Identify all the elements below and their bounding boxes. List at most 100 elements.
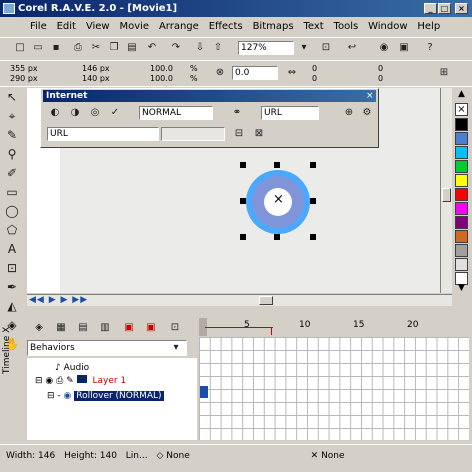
menu-edit[interactable]: Edit xyxy=(57,18,76,36)
wireframe-icon[interactable]: ⊡ xyxy=(318,40,334,56)
color-swatch[interactable] xyxy=(455,118,468,131)
y-position-field[interactable]: 290 px xyxy=(10,74,70,84)
eyedropper-tool-icon[interactable]: ✒ xyxy=(3,278,21,297)
frame-grid[interactable] xyxy=(199,337,469,440)
maximize-button[interactable]: □ xyxy=(438,3,451,14)
new-icon[interactable]: □ xyxy=(12,40,28,56)
ellipse-tool-icon[interactable]: ◯ xyxy=(3,202,21,221)
menu-arrange[interactable]: Arrange xyxy=(159,18,199,36)
shape-tool-icon[interactable]: ⌖ xyxy=(3,107,21,126)
interactive-tool-icon[interactable]: ⊡ xyxy=(3,259,21,278)
selection-handle[interactable] xyxy=(240,162,246,168)
list-item[interactable]: ⊟ - ◉ Rollover (NORMAL) xyxy=(27,389,195,403)
page-navigation-icon[interactable]: ◀◀ ▶ ▶ ▶▶ xyxy=(29,295,88,305)
mirror-horizontal-icon[interactable]: ⇔ xyxy=(284,65,300,81)
swap-icon[interactable]: ▥ xyxy=(97,320,113,336)
color-swatch[interactable] xyxy=(455,160,468,173)
print-icon[interactable]: ⎙ xyxy=(70,40,86,56)
copy-icon[interactable]: ❐ xyxy=(106,40,122,56)
lock-ratio-icon[interactable]: ⊗ xyxy=(212,65,228,81)
docker-tab[interactable]: Timeline X xyxy=(2,310,14,390)
rotation-angle-field[interactable]: 0.0 xyxy=(232,66,278,80)
scroll-thumb[interactable] xyxy=(259,296,273,305)
bookmark-icon[interactable]: ⊟ xyxy=(231,126,247,142)
options-icon[interactable]: ⚙ xyxy=(359,105,375,121)
clear-icon[interactable]: ▣ xyxy=(143,320,159,336)
menu-text[interactable]: Text xyxy=(303,18,323,36)
preview-icon[interactable]: ◉ xyxy=(376,40,392,56)
hotspot-icon[interactable]: ⊕ xyxy=(341,105,357,121)
menu-bitmaps[interactable]: Bitmaps xyxy=(253,18,294,36)
minimize-button[interactable]: _ xyxy=(424,3,437,14)
options-icon[interactable]: ▣ xyxy=(396,40,412,56)
menu-effects[interactable]: Effects xyxy=(209,18,243,36)
menu-view[interactable]: View xyxy=(86,18,110,36)
polygon-tool-icon[interactable]: ⬠ xyxy=(3,221,21,240)
color-swatch[interactable] xyxy=(455,188,468,201)
color-swatch[interactable] xyxy=(455,174,468,187)
text-tool-icon[interactable]: A xyxy=(3,240,21,259)
selection-handle[interactable] xyxy=(310,198,316,204)
scale-y-field[interactable]: 100.0 xyxy=(150,74,190,84)
behaviors-dropdown[interactable]: Behaviors xyxy=(27,340,187,356)
selection-handle[interactable] xyxy=(240,198,246,204)
color-swatch[interactable] xyxy=(455,202,468,215)
color-swatch[interactable] xyxy=(455,146,468,159)
state-select[interactable]: NORMAL xyxy=(139,106,213,120)
color-swatch[interactable] xyxy=(455,216,468,229)
undo-icon[interactable]: ↶ xyxy=(144,40,160,56)
rollover-icon[interactable]: ◑ xyxy=(67,105,83,121)
color-swatch[interactable] xyxy=(455,230,468,243)
palette-scroll-down-icon[interactable]: ▼ xyxy=(455,282,468,294)
save-icon[interactable]: ▪ xyxy=(48,40,64,56)
freehand-tool-icon[interactable]: ✐ xyxy=(3,164,21,183)
help-icon[interactable]: ? xyxy=(422,40,438,56)
menu-tools[interactable]: Tools xyxy=(334,18,359,36)
color-swatch[interactable] xyxy=(455,244,468,257)
wrap-icon[interactable]: ⊞ xyxy=(436,65,452,81)
new-folder-icon[interactable]: ▦ xyxy=(53,320,69,336)
no-color-swatch[interactable]: × xyxy=(455,103,468,116)
new-layer-icon[interactable]: ◈ xyxy=(31,320,47,336)
selection-handle[interactable] xyxy=(310,234,316,240)
zoom-select[interactable]: 127% xyxy=(238,41,294,55)
selection-handle[interactable] xyxy=(310,162,316,168)
crop-tool-icon[interactable]: ✎ xyxy=(3,126,21,145)
delete-icon[interactable]: ▣ xyxy=(121,320,137,336)
selection-handle[interactable] xyxy=(274,162,280,168)
url-field[interactable]: URL xyxy=(47,127,159,141)
edit-rollover-icon[interactable]: ◎ xyxy=(87,105,103,121)
horizontal-scrollbar[interactable]: ◀◀ ▶ ▶ ▶▶ xyxy=(27,294,452,306)
zoom-dropdown-icon[interactable]: ▾ xyxy=(296,40,312,56)
menu-window[interactable]: Window xyxy=(368,18,407,36)
list-item[interactable]: ⊟ ◉ ⎙ ✎ Layer 1 xyxy=(27,375,195,387)
zoom-tool-icon[interactable]: ⚲ xyxy=(3,145,21,164)
pick-tool-icon[interactable]: ↖ xyxy=(3,88,21,107)
menu-help[interactable]: Help xyxy=(417,18,440,36)
height-field[interactable]: 140 px xyxy=(82,74,142,84)
scroll-thumb[interactable] xyxy=(442,188,451,202)
rectangle-tool-icon[interactable]: ▭ xyxy=(3,183,21,202)
menu-file[interactable]: File xyxy=(30,18,47,36)
move-icon[interactable]: ▤ xyxy=(75,320,91,336)
menu-movie[interactable]: Movie xyxy=(119,18,149,36)
internet-toolbar-close-icon[interactable]: × xyxy=(366,91,374,101)
rollover-object[interactable]: × xyxy=(246,170,310,234)
width-field[interactable]: 146 px xyxy=(82,64,142,74)
scale-x-field[interactable]: 100.0 xyxy=(150,64,190,74)
list-item[interactable]: ♪ Audio xyxy=(27,362,195,374)
import-icon[interactable]: ⇩ xyxy=(192,40,208,56)
selection-handle[interactable] xyxy=(240,234,246,240)
export-icon[interactable]: ⇧ xyxy=(210,40,226,56)
close-button[interactable]: × xyxy=(455,3,468,14)
redo-icon[interactable]: ↷ xyxy=(168,40,184,56)
palette-scroll-up-icon[interactable]: ▲ xyxy=(455,88,468,100)
open-icon[interactable]: ▭ xyxy=(30,40,46,56)
finish-edit-icon[interactable]: ✓ xyxy=(107,105,123,121)
toggle-icon[interactable]: ↩ xyxy=(344,40,360,56)
paste-icon[interactable]: ▤ xyxy=(124,40,140,56)
keyframe-marker[interactable] xyxy=(200,386,208,398)
behaviors-dropdown-arrow-icon[interactable]: ▾ xyxy=(168,340,184,356)
url-select[interactable]: URL xyxy=(261,106,319,120)
selection-handle[interactable] xyxy=(274,234,280,240)
